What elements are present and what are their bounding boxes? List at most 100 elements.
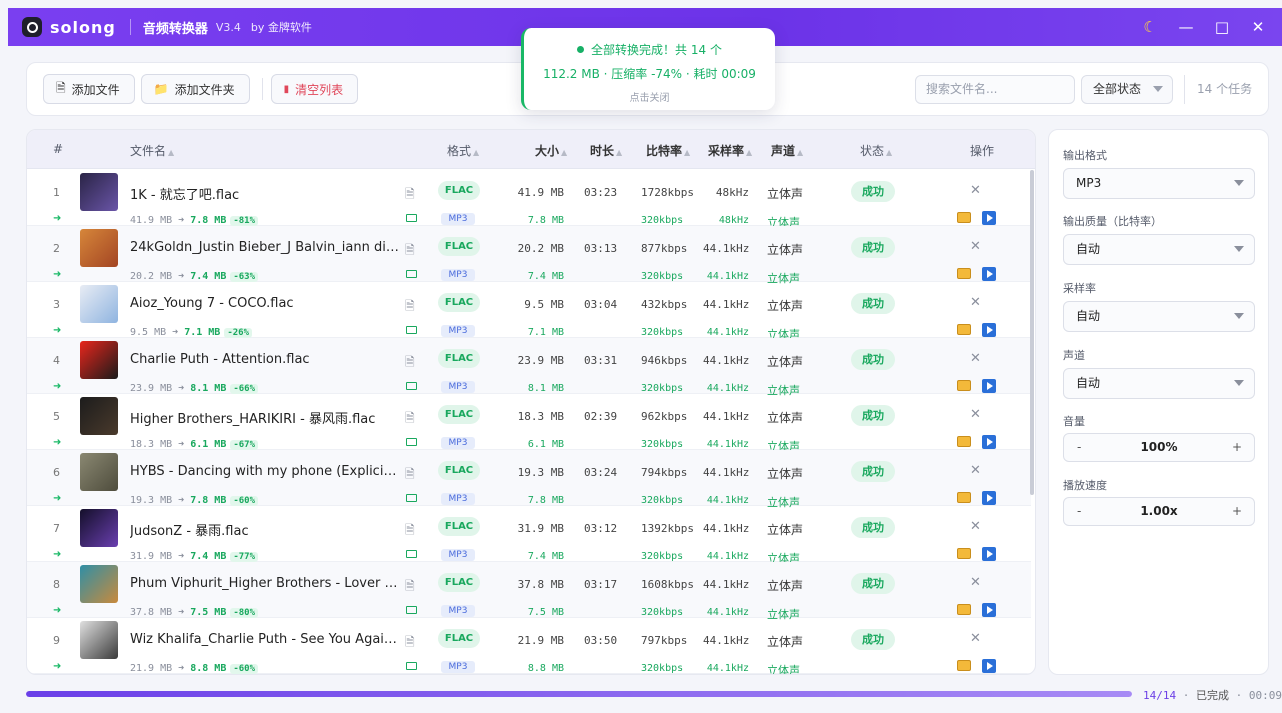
col-channel[interactable]: 声道 ▲ <box>771 142 803 159</box>
arrow-right-icon: ➜ <box>53 493 62 504</box>
album-thumbnail <box>80 341 118 379</box>
remove-icon[interactable]: ✕ <box>970 631 981 646</box>
sort-icon: ▲ <box>561 148 568 157</box>
open-folder-icon[interactable] <box>957 268 971 279</box>
open-folder-icon[interactable] <box>957 604 971 615</box>
output-folder-icon[interactable] <box>406 270 417 278</box>
volume-increase-button[interactable]: + <box>1232 440 1242 454</box>
table-row[interactable]: 7 ➜ JudsonZ - 暴雨.flac 31.9 MB ➜ 7.4 MB -77% 🗎… <box>27 506 1031 565</box>
output-format-badge: MP3 <box>441 269 475 281</box>
remove-icon[interactable]: ✕ <box>970 239 981 254</box>
clear-list-button[interactable]: ▮ 清空列表 <box>270 74 359 104</box>
output-folder-icon[interactable] <box>406 214 417 222</box>
col-name[interactable]: 文件名 ▲ <box>130 142 174 159</box>
input-bitrate: 877kbps <box>641 242 688 255</box>
speed-increase-button[interactable]: + <box>1232 504 1242 518</box>
remove-icon[interactable]: ✕ <box>970 575 981 590</box>
input-bitrate: 946kbps <box>641 354 688 367</box>
open-folder-icon[interactable] <box>957 548 971 559</box>
open-folder-icon[interactable] <box>957 660 971 671</box>
completion-toast[interactable]: 全部转换完成！共 14 个 112.2 MB · 压缩率 -74% · 耗时 0… <box>521 28 775 110</box>
col-size[interactable]: 大小 ▲ <box>535 142 567 159</box>
output-folder-icon[interactable] <box>406 550 417 558</box>
open-folder-icon[interactable] <box>957 492 971 503</box>
add-folder-button[interactable]: 📁 添加文件夹 <box>140 74 250 104</box>
output-folder-icon[interactable] <box>406 326 417 334</box>
table-row[interactable]: 4 ➜ Charlie Puth - Attention.flac 23.9 MB ➜… <box>27 338 1031 397</box>
remove-icon[interactable]: ✕ <box>970 351 981 366</box>
output-folder-icon[interactable] <box>406 382 417 390</box>
col-status[interactable]: 状态 ▲ <box>860 142 892 159</box>
table-row[interactable]: 3 ➜ Aioz_Young 7 - COCO.flac 9.5 MB ➜ 7.1 M… <box>27 282 1031 341</box>
file-info-icon[interactable]: 🗎 <box>405 241 415 262</box>
col-bitrate[interactable]: 比特率 ▲ <box>646 142 690 159</box>
output-folder-icon[interactable] <box>406 662 417 670</box>
size-from: 37.8 MB <box>130 607 173 618</box>
file-icon: 🗎 <box>56 80 66 95</box>
output-format-select[interactable]: MP3 <box>1063 168 1255 199</box>
input-size: 18.3 MB <box>517 410 564 423</box>
open-folder-icon[interactable] <box>957 380 971 391</box>
play-icon[interactable] <box>982 379 996 393</box>
add-file-button[interactable]: 🗎 添加文件 <box>43 74 135 104</box>
open-folder-icon[interactable] <box>957 324 971 335</box>
channel-select[interactable]: 自动 <box>1063 368 1255 399</box>
remove-icon[interactable]: ✕ <box>970 463 981 478</box>
quality-select[interactable]: 自动 <box>1063 234 1255 265</box>
file-info-icon[interactable]: 🗎 <box>405 353 415 374</box>
file-info-icon[interactable]: 🗎 <box>405 409 415 430</box>
table-row[interactable]: 9 ➜ Wiz Khalifa_Charlie Puth - See You Aga… <box>27 618 1031 674</box>
size-to: 8.1 MB <box>190 383 227 394</box>
remove-icon[interactable]: ✕ <box>970 183 981 198</box>
table-row[interactable]: 2 ➜ 24kGoldn_Justin Bieber_J Balvin_iann d… <box>27 226 1031 285</box>
table-row[interactable]: 8 ➜ Phum Viphurit_Higher Brothers - Lover … <box>27 562 1031 621</box>
minimize-icon[interactable]: — <box>1168 18 1204 36</box>
file-info-icon[interactable]: 🗎 <box>405 577 415 598</box>
output-format-badge: MP3 <box>441 213 475 225</box>
file-info-icon[interactable]: 🗎 <box>405 521 415 542</box>
album-thumbnail <box>80 509 118 547</box>
play-icon[interactable] <box>982 323 996 337</box>
remove-icon[interactable]: ✕ <box>970 519 981 534</box>
table-row[interactable]: 5 ➜ Higher Brothers_HARIKIRI - 暴风雨.flac 18.… <box>27 394 1031 453</box>
reduction-badge: -60% <box>230 496 259 506</box>
play-icon[interactable] <box>982 659 996 673</box>
play-icon[interactable] <box>982 267 996 281</box>
samplerate-select[interactable]: 自动 <box>1063 301 1255 332</box>
output-folder-icon[interactable] <box>406 494 417 502</box>
play-icon[interactable] <box>982 603 996 617</box>
remove-icon[interactable]: ✕ <box>970 407 981 422</box>
input-bitrate: 794kbps <box>641 466 688 479</box>
input-bitrate: 1608kbps <box>641 578 694 591</box>
maximize-icon[interactable]: □ <box>1204 18 1240 36</box>
col-duration[interactable]: 时长 ▲ <box>590 142 622 159</box>
open-folder-icon[interactable] <box>957 212 971 223</box>
play-icon[interactable] <box>982 491 996 505</box>
file-name: Wiz Khalifa_Charlie Puth - See You Again… <box>130 632 400 647</box>
play-icon[interactable] <box>982 211 996 225</box>
search-input[interactable]: 搜索文件名... <box>915 75 1075 104</box>
table-row[interactable]: 6 ➜ HYBS - Dancing with my phone (Explicit… <box>27 450 1031 509</box>
file-info-icon[interactable]: 🗎 <box>405 297 415 318</box>
output-folder-icon[interactable] <box>406 606 417 614</box>
play-icon[interactable] <box>982 547 996 561</box>
col-format[interactable]: 格式 ▲ <box>447 142 479 159</box>
chevron-down-icon <box>1234 180 1244 186</box>
remove-icon[interactable]: ✕ <box>970 295 981 310</box>
moon-icon[interactable]: ☾ <box>1132 18 1168 36</box>
table-row[interactable]: 1 ➜ 1K - 就忘了吧.flac 41.9 MB ➜ 7.8 MB -81% 🗎 FLA… <box>27 170 1031 229</box>
file-name: HYBS - Dancing with my phone (Explicit).… <box>130 464 400 479</box>
open-folder-icon[interactable] <box>957 436 971 447</box>
input-format-badge: FLAC <box>438 293 480 312</box>
status-badge: 成功 <box>851 461 895 482</box>
play-icon[interactable] <box>982 435 996 449</box>
file-info-icon[interactable]: 🗎 <box>405 633 415 654</box>
status-filter-select[interactable]: 全部状态 <box>1081 75 1173 104</box>
col-samplerate[interactable]: 采样率 ▲ <box>708 142 752 159</box>
output-folder-icon[interactable] <box>406 438 417 446</box>
output-samplerate: 48kHz <box>718 215 749 226</box>
file-info-icon[interactable]: 🗎 <box>405 185 415 206</box>
close-icon[interactable]: ✕ <box>1240 18 1276 36</box>
file-info-icon[interactable]: 🗎 <box>405 465 415 486</box>
table-scrollbar[interactable] <box>1030 170 1034 495</box>
